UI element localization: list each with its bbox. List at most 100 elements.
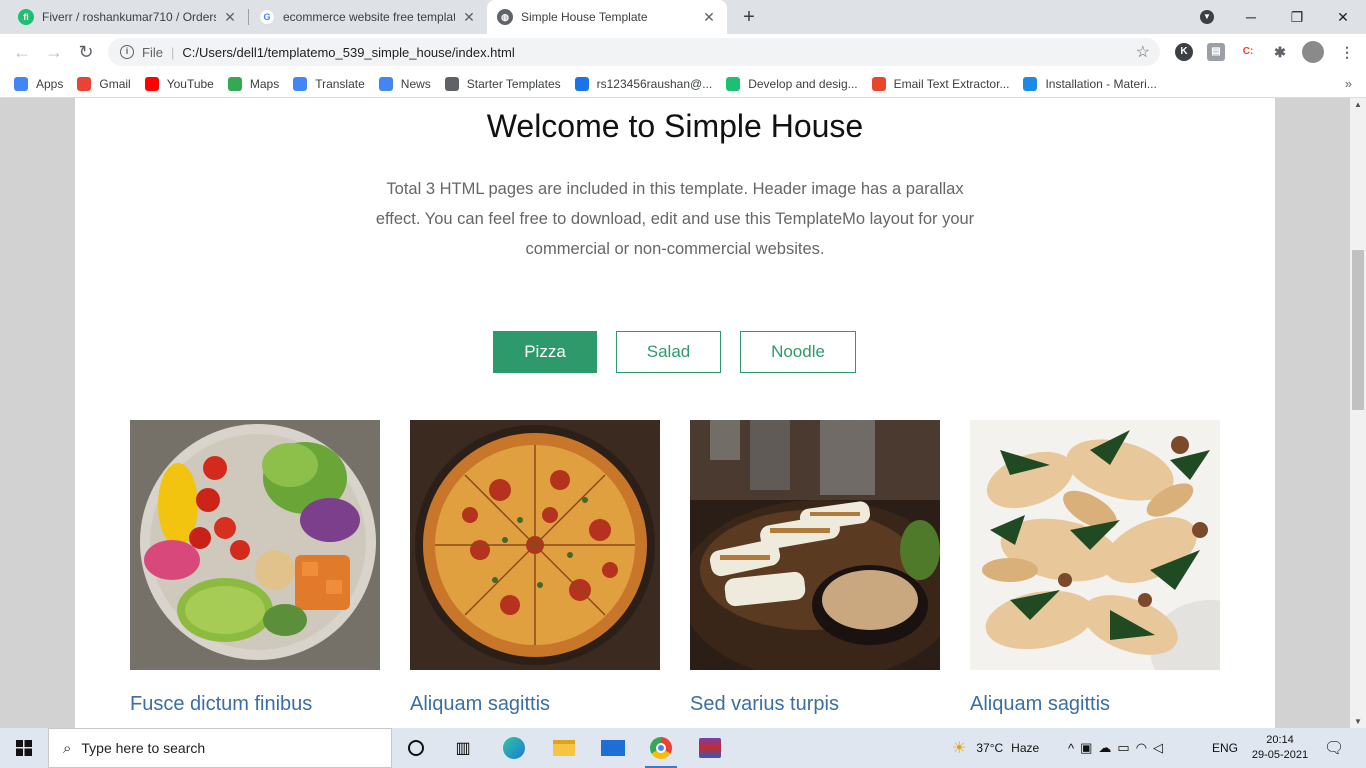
tab-fiverr[interactable]: fi Fiverr / roshankumar710 / Orders ✕ bbox=[8, 0, 248, 34]
clock[interactable]: 20:14 29-05-2021 bbox=[1250, 728, 1310, 768]
bookmark-item[interactable]: Email Text Extractor... bbox=[871, 76, 1009, 91]
maximize-button[interactable]: ❐ bbox=[1274, 0, 1320, 34]
meet-now-icon[interactable]: ▣ bbox=[1080, 740, 1098, 756]
page-scrollbar[interactable]: ▲ ▼ bbox=[1350, 98, 1366, 728]
edge-icon[interactable] bbox=[498, 734, 530, 762]
onedrive-cloud-icon[interactable]: ☁ bbox=[1098, 740, 1117, 756]
system-tray-icons[interactable]: ^ ▣ ☁ ▭ ◠ ◁ bbox=[1068, 728, 1169, 768]
news-icon bbox=[378, 76, 393, 91]
fiverr-icon: fi bbox=[18, 9, 34, 25]
scheme-label: File bbox=[142, 44, 163, 60]
cortana-icon[interactable] bbox=[400, 734, 432, 762]
url-text[interactable]: C:/Users/dell1/templatemo_539_simple_hou… bbox=[182, 45, 514, 60]
close-icon[interactable]: ✕ bbox=[701, 9, 717, 26]
tab-title: Fiverr / roshankumar710 / Orders bbox=[42, 10, 216, 24]
filter-salad-button[interactable]: Salad bbox=[616, 331, 721, 373]
language-indicator[interactable]: ENG bbox=[1212, 728, 1238, 768]
bookmark-item[interactable]: Develop and desig... bbox=[726, 76, 858, 91]
pasta-image[interactable] bbox=[970, 420, 1220, 670]
close-window-button[interactable]: ✕ bbox=[1320, 0, 1366, 34]
taskbar-search-input[interactable]: ⌕ Type here to search bbox=[48, 728, 392, 768]
windows-taskbar: ⌕ Type here to search ▥ ☀ 37°C Haze ^ ▣ … bbox=[0, 728, 1366, 768]
bookmarks-bar: Apps Gmail YouTube Maps Translate News Starter… bbox=[0, 70, 1366, 98]
menu-item-card[interactable]: Aliquam sagittis bbox=[970, 420, 1220, 715]
bookmark-item[interactable]: Apps bbox=[14, 76, 63, 91]
globe-icon: ◍ bbox=[497, 9, 513, 25]
clock-date: 29-05-2021 bbox=[1251, 749, 1309, 761]
winrar-icon[interactable] bbox=[694, 734, 726, 762]
bookmark-item[interactable]: Gmail bbox=[77, 76, 131, 91]
weather-condition: Haze bbox=[1011, 741, 1040, 755]
bookmark-item[interactable]: YouTube bbox=[144, 76, 214, 91]
extensions-puzzle-icon[interactable]: ✱ bbox=[1271, 43, 1289, 61]
search-icon: ⌕ bbox=[63, 739, 72, 757]
scrollbar-thumb[interactable] bbox=[1352, 250, 1364, 410]
weather-widget[interactable]: ☀ 37°C Haze bbox=[952, 728, 1039, 768]
back-button[interactable]: ← bbox=[10, 40, 34, 64]
show-hidden-icons-chevron-icon[interactable]: ^ bbox=[1068, 741, 1080, 756]
weather-temp: 37°C bbox=[976, 741, 1004, 755]
bookmark-label: Develop and desig... bbox=[748, 76, 858, 91]
bookmark-item[interactable]: News bbox=[378, 76, 431, 91]
task-view-icon[interactable]: ▥ bbox=[447, 734, 479, 762]
bookmark-item[interactable]: Installation - Materi... bbox=[1023, 76, 1157, 91]
wifi-icon[interactable]: ◠ bbox=[1136, 740, 1153, 756]
extension-save-icon[interactable]: ▤ bbox=[1207, 43, 1225, 61]
bookmark-item[interactable]: Starter Templates bbox=[444, 76, 561, 91]
notifications-icon[interactable]: 🗨 bbox=[1324, 728, 1344, 768]
filter-pizza-button[interactable]: Pizza bbox=[493, 331, 597, 373]
minimize-button[interactable]: ─ bbox=[1228, 0, 1274, 34]
profile-avatar[interactable] bbox=[1302, 41, 1324, 63]
file-explorer-icon[interactable] bbox=[548, 734, 580, 762]
bookmark-label: Installation - Materi... bbox=[1045, 76, 1157, 91]
close-icon[interactable]: ✕ bbox=[222, 9, 238, 26]
tab-search-icon[interactable]: ▼ bbox=[1184, 0, 1230, 34]
scroll-up-icon[interactable]: ▲ bbox=[1354, 100, 1362, 109]
fiverr-icon bbox=[726, 76, 741, 91]
info-icon[interactable]: i bbox=[120, 45, 134, 59]
intro-paragraph: Total 3 HTML pages are included in this … bbox=[375, 180, 975, 258]
tab-simple-house[interactable]: ◍ Simple House Template ✕ bbox=[487, 0, 727, 34]
menu-item-title[interactable]: Sed varius turpis bbox=[690, 693, 839, 716]
mail-icon[interactable] bbox=[597, 734, 629, 762]
scroll-down-icon[interactable]: ▼ bbox=[1354, 717, 1362, 726]
menu-item-card[interactable]: Aliquam sagittis bbox=[410, 420, 660, 715]
google-icon: G bbox=[259, 9, 275, 25]
menu-item-title[interactable]: Aliquam sagittis bbox=[410, 693, 550, 716]
clock-time: 20:14 bbox=[1266, 734, 1294, 746]
bookmark-star-icon[interactable]: ☆ bbox=[1136, 42, 1150, 62]
bookmark-item[interactable]: rs123456raushan@... bbox=[574, 76, 713, 91]
extension-c-icon[interactable]: C: bbox=[1239, 43, 1257, 61]
new-tab-button[interactable]: + bbox=[737, 5, 761, 29]
extension-k-icon[interactable]: K bbox=[1175, 43, 1193, 61]
grilled-fish-image[interactable] bbox=[690, 420, 940, 670]
tab-title: Simple House Template bbox=[521, 10, 648, 24]
menu-item-title[interactable]: Fusce dictum finibus bbox=[130, 693, 312, 716]
divider: | bbox=[170, 44, 175, 60]
chrome-icon[interactable] bbox=[645, 734, 677, 768]
bookmark-label: Gmail bbox=[99, 76, 131, 91]
maps-icon bbox=[227, 76, 242, 91]
pizza-image[interactable] bbox=[410, 420, 660, 670]
start-button[interactable] bbox=[0, 728, 48, 768]
menu-item-card[interactable]: Fusce dictum finibus bbox=[130, 420, 380, 715]
bookmark-item[interactable]: Maps bbox=[227, 76, 279, 91]
menu-item-card[interactable]: Sed varius turpis bbox=[690, 420, 940, 715]
search-placeholder: Type here to search bbox=[81, 740, 206, 756]
menu-item-title[interactable]: Aliquam sagittis bbox=[970, 693, 1110, 716]
salad-bowl-image[interactable] bbox=[130, 420, 380, 670]
bookmark-label: rs123456raushan@... bbox=[596, 76, 713, 91]
battery-icon[interactable]: ▭ bbox=[1117, 740, 1135, 756]
menu-kebab-icon[interactable]: ⋮ bbox=[1338, 43, 1356, 61]
bookmark-item[interactable]: Translate bbox=[293, 76, 365, 91]
filter-noodle-button[interactable]: Noodle bbox=[740, 331, 856, 373]
page-title: Welcome to Simple House bbox=[486, 108, 864, 144]
volume-icon[interactable]: ◁ bbox=[1153, 740, 1169, 756]
bookmarks-overflow-icon[interactable]: » bbox=[1345, 76, 1352, 91]
reload-button[interactable]: ↻ bbox=[74, 40, 98, 64]
forward-button[interactable]: → bbox=[42, 40, 66, 64]
close-icon[interactable]: ✕ bbox=[461, 9, 477, 26]
tab-ecommerce[interactable]: G ecommerce website free template ✕ bbox=[249, 0, 487, 34]
address-bar[interactable]: i File | C:/Users/dell1/templatemo_539_s… bbox=[108, 38, 1160, 66]
browser-toolbar: ← → ↻ i File | C:/Users/dell1/templatemo… bbox=[0, 34, 1366, 70]
